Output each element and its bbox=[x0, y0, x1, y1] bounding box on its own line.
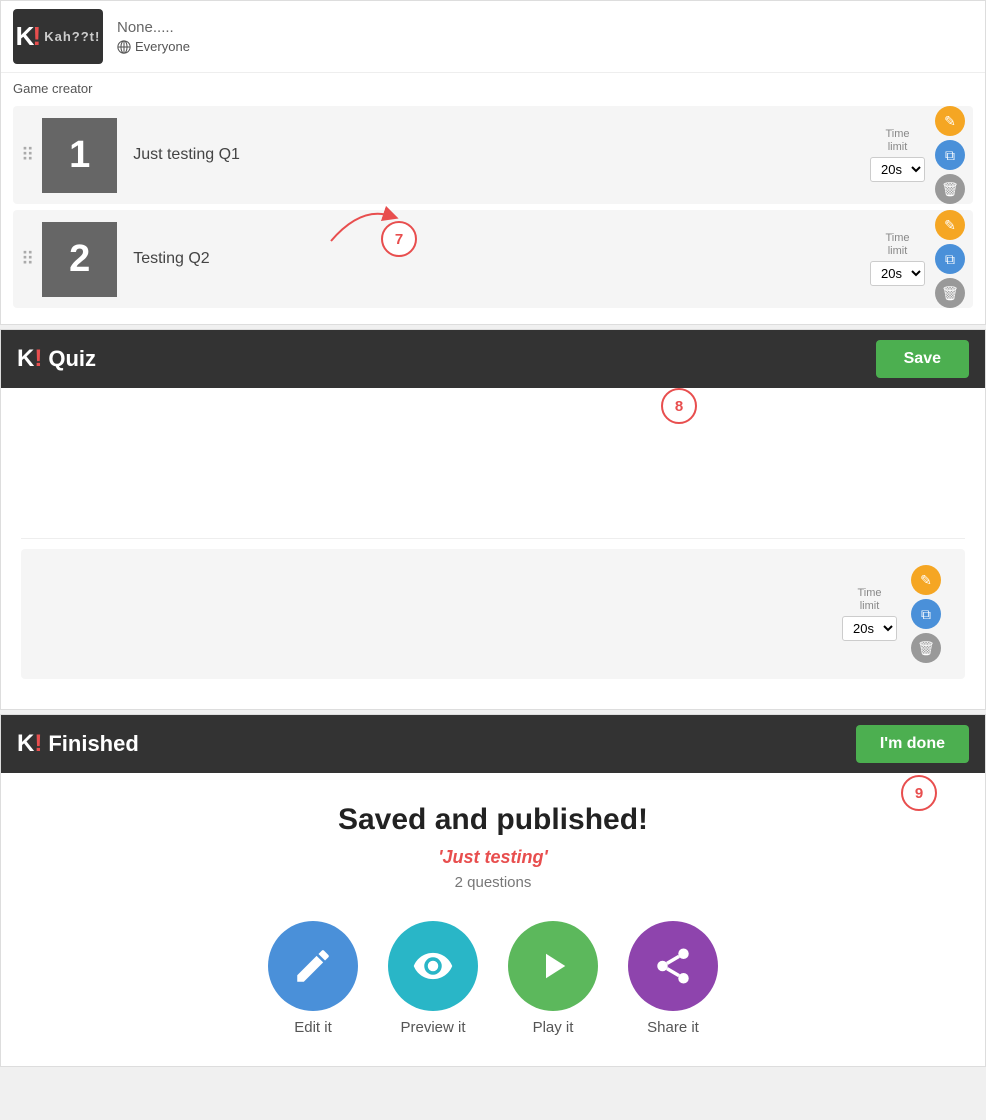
quiz-name: 'Just testing' bbox=[21, 847, 965, 868]
play-icon bbox=[532, 945, 574, 987]
time-section-2: Timelimit 20s 30s 60s bbox=[870, 232, 925, 286]
quiz-section: K! Quiz Save 8 Timelimit 20s 30s 60s ✎ ⧉… bbox=[0, 329, 986, 710]
quiz-edit-button[interactable]: ✎ bbox=[911, 565, 941, 595]
top-header: K! Kah??t! None..... Everyone bbox=[1, 1, 985, 73]
question-title-1: Just testing Q1 bbox=[117, 146, 870, 164]
question-row-2: ⠿ 2 Testing Q2 Timelimit 20s 30s 60s ✎ ⧉… bbox=[13, 210, 973, 308]
annotation-7: 7 bbox=[381, 221, 417, 257]
edit-button-1[interactable]: ✎ bbox=[935, 106, 965, 136]
quiz-time-select[interactable]: 20s 30s 60s bbox=[842, 616, 897, 641]
time-section-1: Timelimit 20s 30s 60s bbox=[870, 128, 925, 182]
annotation-9: 9 bbox=[901, 775, 937, 811]
question-number-1: 1 bbox=[42, 118, 117, 193]
question-row-1: ⠿ 1 Just testing Q1 Timelimit 20s 30s 60… bbox=[13, 106, 973, 204]
share-it-label: Share it bbox=[647, 1019, 699, 1036]
im-done-button[interactable]: I'm done bbox=[856, 725, 969, 763]
quiz-content: Timelimit 20s 30s 60s ✎ ⧉ 🗑 bbox=[1, 388, 985, 709]
kahoot-logo: K! Kah??t! bbox=[13, 9, 103, 64]
quiz-editor-panel: K! Kah??t! None..... Everyone Game creat… bbox=[0, 0, 986, 325]
k-logo: K! bbox=[17, 345, 42, 373]
question-actions-2: ✎ ⧉ 🗑 bbox=[935, 210, 965, 308]
time-select-2[interactable]: 20s 30s 60s bbox=[870, 261, 925, 286]
play-it-label: Play it bbox=[533, 1019, 574, 1036]
questions-count: 2 questions bbox=[21, 874, 965, 891]
quiz-copy-button[interactable]: ⧉ bbox=[911, 599, 941, 629]
edit-button-2[interactable]: ✎ bbox=[935, 210, 965, 240]
quiz-header: K! Quiz Save bbox=[1, 330, 985, 388]
quiz-delete-button[interactable]: 🗑 bbox=[911, 633, 941, 663]
pencil-icon bbox=[292, 945, 334, 987]
quiz-time-section: Timelimit 20s 30s 60s bbox=[842, 587, 897, 641]
edit-it-label: Edit it bbox=[294, 1019, 332, 1036]
finished-header: K! Finished I'm done bbox=[1, 715, 985, 773]
preview-it-label: Preview it bbox=[400, 1019, 465, 1036]
globe-icon bbox=[117, 40, 131, 54]
preview-it-wrapper: Preview it bbox=[388, 921, 478, 1036]
question-number-2: 2 bbox=[42, 222, 117, 297]
annotation-8: 8 bbox=[661, 388, 697, 424]
time-label-1: Timelimit bbox=[885, 128, 909, 154]
copy-button-2[interactable]: ⧉ bbox=[935, 244, 965, 274]
finished-title: K! Finished bbox=[17, 730, 139, 758]
copy-button-1[interactable]: ⧉ bbox=[935, 140, 965, 170]
finished-section: K! Finished I'm done 9 Saved and publish… bbox=[0, 714, 986, 1067]
question-actions-1: ✎ ⧉ 🗑 bbox=[935, 106, 965, 204]
play-it-button[interactable] bbox=[508, 921, 598, 1011]
game-creator-label: Game creator bbox=[1, 73, 985, 100]
quiz-time-label: Timelimit bbox=[857, 587, 881, 613]
question-edit-area bbox=[21, 408, 965, 528]
share-icon bbox=[652, 945, 694, 987]
save-button[interactable]: Save bbox=[876, 340, 969, 378]
edit-it-wrapper: Edit it bbox=[268, 921, 358, 1036]
time-label-2: Timelimit bbox=[885, 232, 909, 258]
share-it-wrapper: Share it bbox=[628, 921, 718, 1036]
action-buttons: Edit it Preview it Play it bbox=[21, 921, 965, 1036]
quiz-divider bbox=[21, 538, 965, 539]
quiz-header-title: K! Quiz bbox=[17, 345, 96, 373]
eye-icon bbox=[412, 945, 454, 987]
saved-published-heading: Saved and published! bbox=[21, 803, 965, 837]
time-select-1[interactable]: 20s 30s 60s bbox=[870, 157, 925, 182]
preview-it-button[interactable] bbox=[388, 921, 478, 1011]
quiz-question-actions: ✎ ⧉ 🗑 bbox=[911, 565, 941, 663]
question-title-2: Testing Q2 bbox=[117, 250, 870, 268]
quiz-meta: None..... Everyone bbox=[117, 19, 190, 54]
delete-button-1[interactable]: 🗑 bbox=[935, 174, 965, 204]
everyone-row: Everyone bbox=[117, 39, 190, 54]
share-it-button[interactable] bbox=[628, 921, 718, 1011]
play-it-wrapper: Play it bbox=[508, 921, 598, 1036]
finished-k-logo: K! bbox=[17, 730, 42, 758]
delete-button-2[interactable]: 🗑 bbox=[935, 278, 965, 308]
drag-handle-2[interactable]: ⠿ bbox=[13, 249, 42, 270]
edit-it-button[interactable] bbox=[268, 921, 358, 1011]
quiz-question-area: Timelimit 20s 30s 60s ✎ ⧉ 🗑 bbox=[21, 549, 965, 679]
finished-body: Saved and published! 'Just testing' 2 qu… bbox=[1, 773, 985, 1066]
drag-handle-1[interactable]: ⠿ bbox=[13, 145, 42, 166]
none-text: None..... bbox=[117, 19, 190, 36]
